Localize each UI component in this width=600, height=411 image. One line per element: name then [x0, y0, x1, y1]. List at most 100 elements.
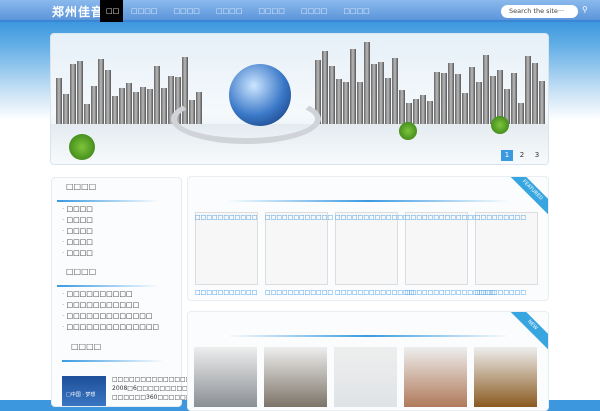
- featured-title[interactable]: □□□□□□□□□□□□□□: [335, 214, 414, 221]
- sidebar-link[interactable]: □□□□□□□□□□: [62, 289, 159, 300]
- divider: [223, 200, 513, 202]
- sidebar: □□□□ □□□□ □□□□ □□□□ □□□□ □□□□ □□□□ □□□□□…: [51, 177, 200, 407]
- building: [119, 88, 125, 124]
- building: [427, 101, 433, 124]
- company-intro: □□□□□□□□□□□□□□ 2008□6□□□□□□□□□□□ □□□□□□3…: [112, 375, 200, 402]
- tree-graphic: [491, 116, 509, 134]
- intro-line: 2008□6□□□□□□□□□□□: [112, 385, 200, 392]
- new-ribbon: NEW: [506, 312, 548, 351]
- featured-caption[interactable]: □□□□□□□□□□□□□□: [335, 289, 414, 296]
- building: [525, 56, 531, 124]
- building: [399, 90, 405, 124]
- sidebar-heading: □□□□: [71, 342, 102, 351]
- building: [147, 89, 153, 124]
- building: [483, 55, 489, 124]
- nav-item[interactable]: □□□□: [123, 0, 165, 22]
- featured-thumbnail[interactable]: [265, 212, 328, 285]
- divider: [223, 335, 513, 337]
- photo-auditorium[interactable]: [404, 347, 467, 407]
- divider: [57, 200, 162, 202]
- search-input[interactable]: Search the site···: [501, 5, 578, 18]
- nav-item[interactable]: □□□□: [250, 0, 292, 22]
- building: [448, 63, 454, 124]
- building: [371, 64, 377, 124]
- hero-banner-slider: 1 2 3: [50, 33, 549, 165]
- featured-caption[interactable]: □□□□□□□□□□□: [195, 289, 257, 296]
- featured-thumbnail[interactable]: [475, 212, 538, 285]
- featured-title[interactable]: □□□□□□□□□□□: [195, 214, 257, 221]
- company-image[interactable]: □中国 · 梦想: [62, 376, 106, 406]
- building: [539, 81, 545, 124]
- building: [322, 51, 328, 124]
- intro-line: □□□□□□360□□□□□□: [112, 394, 192, 401]
- sidebar-link[interactable]: □□□□□□□□□□□□□□: [62, 322, 159, 333]
- photo-plaza[interactable]: [334, 347, 397, 407]
- sidebar-link[interactable]: □□□□: [62, 237, 92, 248]
- featured-title[interactable]: □□□□□□□□□□□□: [265, 214, 333, 221]
- slide-page-3[interactable]: 3: [531, 150, 543, 161]
- sidebar-heading: □□□□: [66, 267, 97, 276]
- sidebar-heading: □□□□: [66, 182, 97, 191]
- nav-item[interactable]: □□□□: [165, 0, 207, 22]
- photo-building-entrance[interactable]: [264, 347, 327, 407]
- slide-page-2[interactable]: 2: [516, 150, 528, 161]
- featured-section: FEATURED □□□□□□□□□□□ □□□□□□□□□□□ □□□□□□□…: [187, 176, 549, 301]
- building: [462, 93, 468, 124]
- building: [413, 99, 419, 124]
- intro-line: □□□□□□□□□□□□□□: [112, 376, 192, 383]
- building: [476, 82, 482, 124]
- featured-ribbon: FEATURED: [506, 177, 548, 216]
- building: [378, 62, 384, 124]
- building: [329, 66, 335, 124]
- sidebar-link[interactable]: □□□□: [62, 204, 92, 215]
- tree-graphic: [69, 134, 95, 160]
- building: [70, 64, 76, 124]
- globe-graphic: [229, 64, 291, 126]
- slide-page-1[interactable]: 1: [501, 150, 513, 161]
- building: [364, 42, 370, 124]
- nav-item[interactable]: □□□□: [293, 0, 335, 22]
- site-logo[interactable]: 郑州佳音: [52, 3, 104, 20]
- nav-item[interactable]: □□□□: [335, 0, 377, 22]
- sidebar-link[interactable]: □□□□: [62, 226, 92, 237]
- nav-item-home[interactable]: □□: [100, 0, 123, 22]
- photo-car-interior[interactable]: [194, 347, 257, 407]
- divider: [57, 285, 162, 287]
- slider-pagination: 1 2 3: [501, 150, 543, 161]
- building: [98, 59, 104, 124]
- photo-shop-front[interactable]: [474, 347, 537, 407]
- sidebar-list: □□□□ □□□□ □□□□ □□□□ □□□□: [62, 204, 92, 259]
- sidebar-link[interactable]: □□□□□□□□□□□□□: [62, 311, 159, 322]
- sidebar-link[interactable]: □□□□: [62, 215, 92, 226]
- building: [77, 61, 83, 124]
- building: [469, 67, 475, 124]
- featured-caption[interactable]: □□□□□□□□□: [475, 289, 526, 296]
- building: [84, 104, 90, 124]
- building: [357, 82, 363, 124]
- sidebar-list: □□□□□□□□□□ □□□□□□□□□□□ □□□□□□□□□□□□□ □□□…: [62, 289, 159, 333]
- featured-thumbnail[interactable]: [195, 212, 258, 285]
- nav-item[interactable]: □□□□: [208, 0, 250, 22]
- building: [105, 70, 111, 124]
- tree-graphic: [399, 122, 417, 140]
- sidebar-link[interactable]: □□□□□□□□□□□: [62, 300, 159, 311]
- building: [385, 78, 391, 124]
- featured-caption[interactable]: □□□□□□□□□□□□: [265, 289, 333, 296]
- building: [154, 66, 160, 124]
- main-nav: □□ □□□□ □□□□ □□□□ □□□□ □□□□ □□□□: [100, 0, 378, 22]
- building: [336, 79, 342, 124]
- building: [406, 103, 412, 124]
- featured-title[interactable]: □□□□□□□□□: [475, 214, 526, 221]
- sidebar-link[interactable]: □□□□: [62, 248, 92, 259]
- top-navigation-bar: 郑州佳音 □□ □□□□ □□□□ □□□□ □□□□ □□□□ □□□□ Se…: [0, 0, 600, 22]
- building: [56, 78, 62, 124]
- building: [434, 72, 440, 124]
- search-icon[interactable]: ⚲: [582, 5, 588, 14]
- building: [392, 58, 398, 124]
- building: [511, 73, 517, 124]
- building: [532, 63, 538, 124]
- featured-thumbnail[interactable]: [335, 212, 398, 285]
- featured-thumbnail[interactable]: [405, 212, 468, 285]
- building: [420, 95, 426, 124]
- building: [126, 83, 132, 124]
